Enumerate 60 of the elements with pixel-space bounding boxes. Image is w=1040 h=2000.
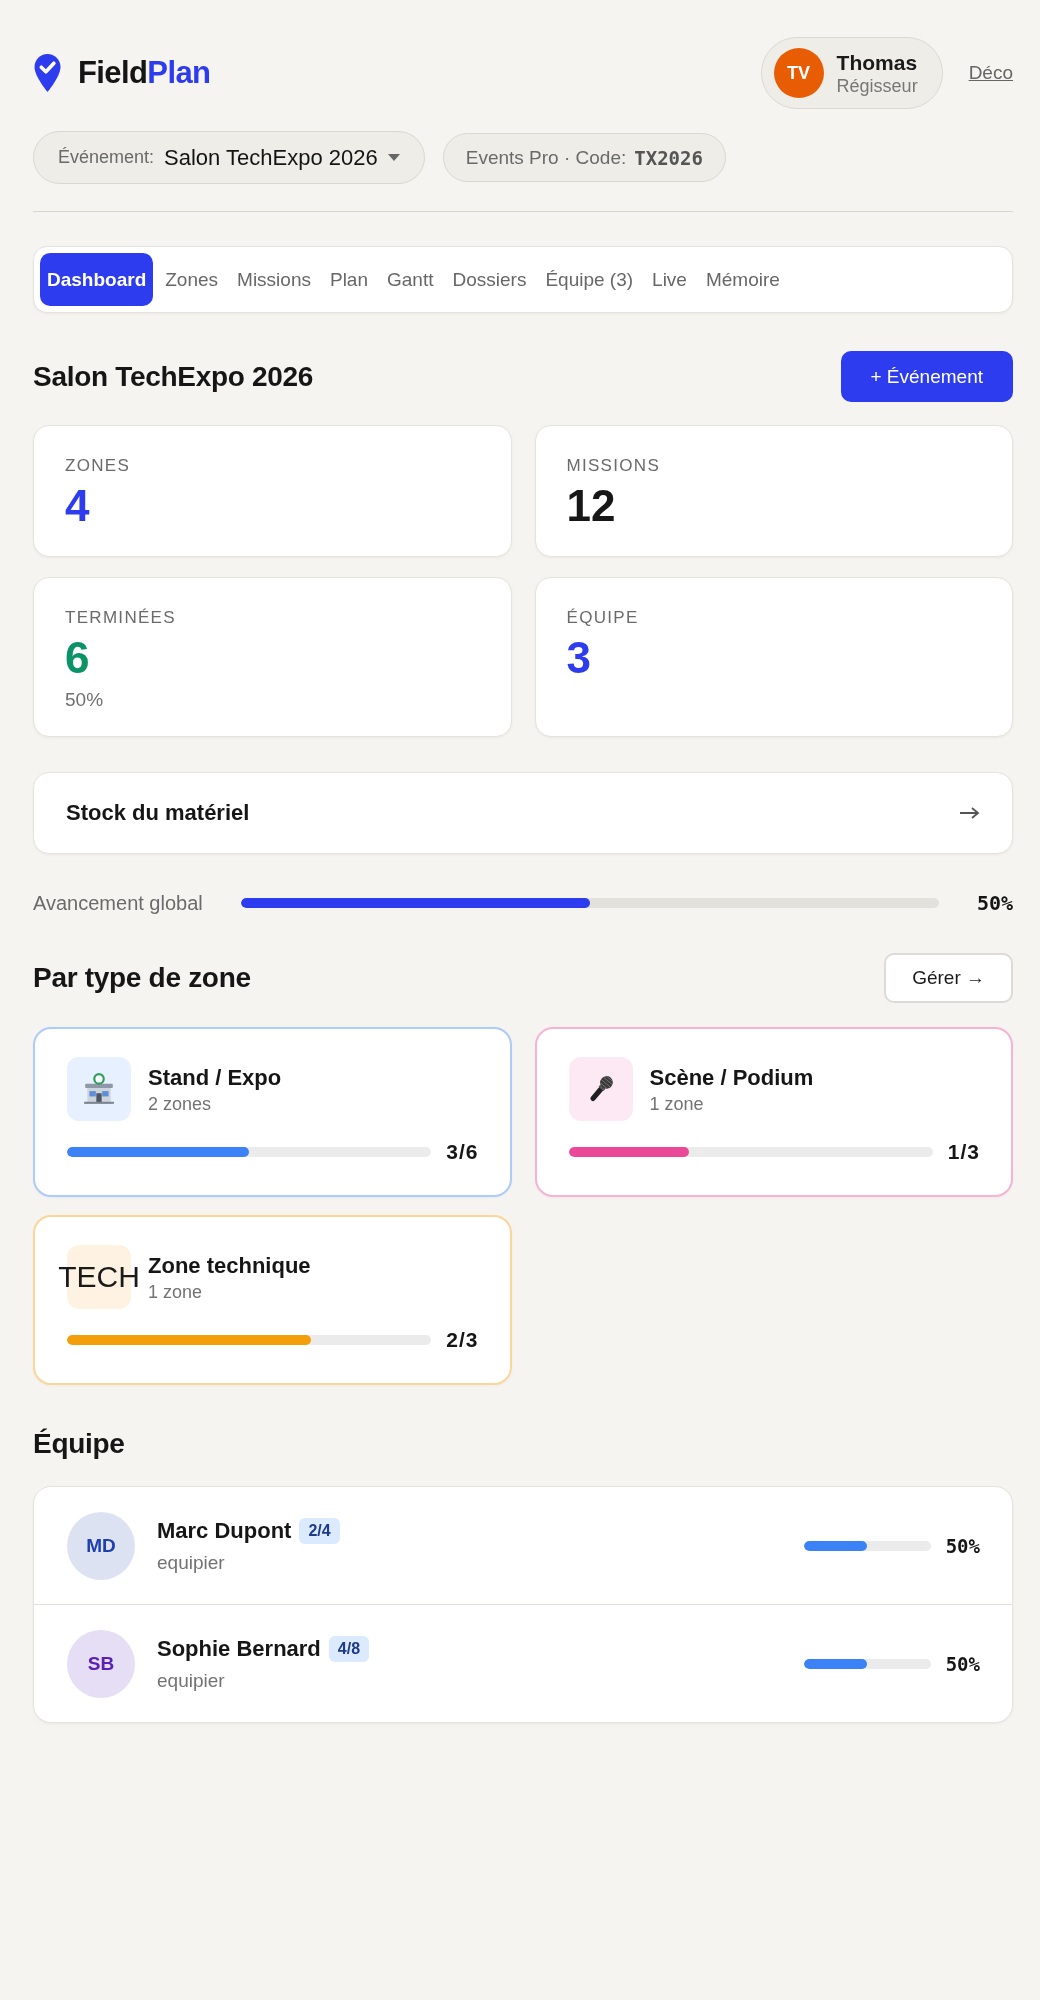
stat-subtext: 50%: [65, 688, 105, 712]
zone-count: 1 zone: [649, 1092, 705, 1115]
new-event-button[interactable]: + Événement: [840, 351, 1013, 402]
user-name: Thomas: [836, 49, 918, 75]
arrow-icon: [960, 807, 980, 819]
stat-label: ÉQUIPE: [566, 608, 640, 628]
avatar: TV: [773, 48, 824, 98]
stat-value: 12: [566, 480, 617, 532]
zone-count: 2 zones: [148, 1092, 213, 1115]
stat-label: TERMINÉES: [65, 608, 177, 628]
member-name: Sophie Bernard: [157, 1635, 321, 1662]
page-title: Salon TechExpo 2026: [33, 360, 314, 393]
zone-name: Scène / Podium: [649, 1063, 815, 1091]
stat-value: 6: [65, 632, 91, 684]
logout-link[interactable]: Déco: [968, 62, 1013, 84]
tab[interactable]: Équipe (3): [538, 253, 641, 306]
member-progress-value: 50%: [945, 1652, 980, 1675]
zone-count: 1 zone: [148, 1280, 204, 1303]
section-title: Équipe: [33, 1428, 126, 1460]
section-title: Par type de zone: [33, 962, 251, 994]
caret-icon: [387, 154, 400, 161]
tab[interactable]: Missions: [230, 253, 318, 306]
task-count-badge: 2/4: [299, 1517, 340, 1544]
stat-label: MISSIONS: [566, 456, 662, 476]
tab[interactable]: Gantt: [380, 253, 441, 306]
tab[interactable]: Live: [645, 253, 694, 306]
avatar: SB: [67, 1629, 135, 1698]
zone-name: Stand / Expo: [148, 1063, 283, 1091]
member-name: Marc Dupont: [157, 1517, 292, 1544]
event-code: TX2026: [634, 146, 703, 169]
stat-value: 3: [566, 632, 592, 684]
stat-label: ZONES: [65, 456, 132, 476]
zone-progress-value: 1/3: [947, 1140, 980, 1164]
progress-label: Avancement global: [33, 891, 203, 915]
tab[interactable]: Dashboard: [40, 253, 154, 306]
event-select[interactable]: Événement: Salon TechExpo 2026: [33, 131, 425, 184]
tab[interactable]: Mémoire: [698, 253, 787, 306]
tab[interactable]: Plan: [322, 253, 375, 306]
organization-label: Events Pro · Code:: [465, 146, 627, 169]
user-chip[interactable]: TV Thomas Régisseur: [760, 37, 943, 109]
member-role: equipier: [157, 1669, 226, 1692]
logo-text: FieldPlan: [78, 55, 211, 91]
member-progress-value: 50%: [945, 1534, 980, 1557]
zone-icon-label: TECH: [58, 1245, 140, 1309]
progress-value: 50%: [976, 891, 1013, 915]
zone-progress-value: 2/3: [446, 1328, 479, 1352]
task-count-badge: 4/8: [328, 1635, 370, 1662]
stat-value: 4: [65, 480, 91, 532]
tab[interactable]: Zones: [158, 253, 226, 306]
tab[interactable]: Dossiers: [445, 253, 534, 306]
avatar: MD: [67, 1511, 135, 1580]
manage-button[interactable]: Gérer →: [884, 953, 1013, 1003]
shop-icon: [67, 1057, 131, 1121]
user-role: Régisseur: [836, 74, 918, 97]
zone-progress-value: 3/6: [446, 1140, 479, 1164]
microphone-icon: [568, 1057, 633, 1121]
map-pin-icon: [33, 53, 62, 93]
stock-link[interactable]: Stock du matériel: [33, 772, 1013, 854]
zone-name: Zone technique: [148, 1251, 312, 1279]
member-role: equipier: [157, 1551, 226, 1574]
